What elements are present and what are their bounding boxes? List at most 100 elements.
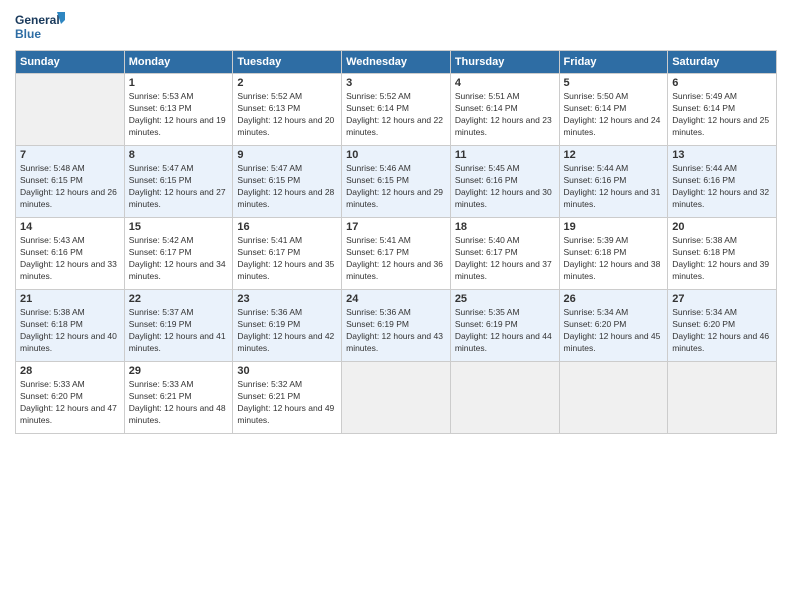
day-info: Sunrise: 5:36 AMSunset: 6:19 PMDaylight:… <box>346 307 443 353</box>
day-number: 2 <box>237 77 337 89</box>
calendar-cell: 24 Sunrise: 5:36 AMSunset: 6:19 PMDaylig… <box>342 290 451 362</box>
day-info: Sunrise: 5:40 AMSunset: 6:17 PMDaylight:… <box>455 235 552 281</box>
calendar-cell: 28 Sunrise: 5:33 AMSunset: 6:20 PMDaylig… <box>16 362 125 434</box>
calendar-table: SundayMondayTuesdayWednesdayThursdayFrid… <box>15 50 777 434</box>
day-info: Sunrise: 5:35 AMSunset: 6:19 PMDaylight:… <box>455 307 552 353</box>
day-info: Sunrise: 5:44 AMSunset: 6:16 PMDaylight:… <box>564 163 661 209</box>
day-number: 7 <box>20 149 120 161</box>
day-number: 11 <box>455 149 555 161</box>
day-info: Sunrise: 5:47 AMSunset: 6:15 PMDaylight:… <box>129 163 226 209</box>
day-number: 25 <box>455 293 555 305</box>
calendar-cell: 15 Sunrise: 5:42 AMSunset: 6:17 PMDaylig… <box>124 218 233 290</box>
calendar-cell: 16 Sunrise: 5:41 AMSunset: 6:17 PMDaylig… <box>233 218 342 290</box>
calendar-cell: 7 Sunrise: 5:48 AMSunset: 6:15 PMDayligh… <box>16 146 125 218</box>
calendar-cell: 25 Sunrise: 5:35 AMSunset: 6:19 PMDaylig… <box>450 290 559 362</box>
calendar-cell: 20 Sunrise: 5:38 AMSunset: 6:18 PMDaylig… <box>668 218 777 290</box>
day-number: 23 <box>237 293 337 305</box>
day-info: Sunrise: 5:37 AMSunset: 6:19 PMDaylight:… <box>129 307 226 353</box>
col-header-monday: Monday <box>124 51 233 74</box>
day-info: Sunrise: 5:39 AMSunset: 6:18 PMDaylight:… <box>564 235 661 281</box>
calendar-cell: 10 Sunrise: 5:46 AMSunset: 6:15 PMDaylig… <box>342 146 451 218</box>
calendar-cell: 17 Sunrise: 5:41 AMSunset: 6:17 PMDaylig… <box>342 218 451 290</box>
calendar-cell: 12 Sunrise: 5:44 AMSunset: 6:16 PMDaylig… <box>559 146 668 218</box>
day-number: 17 <box>346 221 446 233</box>
day-number: 19 <box>564 221 664 233</box>
day-number: 10 <box>346 149 446 161</box>
day-number: 12 <box>564 149 664 161</box>
calendar-cell: 19 Sunrise: 5:39 AMSunset: 6:18 PMDaylig… <box>559 218 668 290</box>
day-info: Sunrise: 5:52 AMSunset: 6:13 PMDaylight:… <box>237 91 334 137</box>
day-info: Sunrise: 5:34 AMSunset: 6:20 PMDaylight:… <box>672 307 769 353</box>
calendar-cell: 13 Sunrise: 5:44 AMSunset: 6:16 PMDaylig… <box>668 146 777 218</box>
header-row: SundayMondayTuesdayWednesdayThursdayFrid… <box>16 51 777 74</box>
day-info: Sunrise: 5:51 AMSunset: 6:14 PMDaylight:… <box>455 91 552 137</box>
day-number: 28 <box>20 365 120 377</box>
day-info: Sunrise: 5:44 AMSunset: 6:16 PMDaylight:… <box>672 163 769 209</box>
day-number: 9 <box>237 149 337 161</box>
calendar-cell: 9 Sunrise: 5:47 AMSunset: 6:15 PMDayligh… <box>233 146 342 218</box>
calendar-cell: 30 Sunrise: 5:32 AMSunset: 6:21 PMDaylig… <box>233 362 342 434</box>
col-header-tuesday: Tuesday <box>233 51 342 74</box>
calendar-cell <box>450 362 559 434</box>
week-row-2: 7 Sunrise: 5:48 AMSunset: 6:15 PMDayligh… <box>16 146 777 218</box>
svg-text:General: General <box>15 13 60 27</box>
calendar-cell: 1 Sunrise: 5:53 AMSunset: 6:13 PMDayligh… <box>124 74 233 146</box>
calendar-cell <box>342 362 451 434</box>
calendar-cell: 23 Sunrise: 5:36 AMSunset: 6:19 PMDaylig… <box>233 290 342 362</box>
calendar-cell: 26 Sunrise: 5:34 AMSunset: 6:20 PMDaylig… <box>559 290 668 362</box>
day-number: 27 <box>672 293 772 305</box>
logo: General Blue <box>15 10 65 46</box>
day-info: Sunrise: 5:32 AMSunset: 6:21 PMDaylight:… <box>237 379 334 425</box>
day-info: Sunrise: 5:49 AMSunset: 6:14 PMDaylight:… <box>672 91 769 137</box>
day-number: 14 <box>20 221 120 233</box>
week-row-1: 1 Sunrise: 5:53 AMSunset: 6:13 PMDayligh… <box>16 74 777 146</box>
calendar-cell: 18 Sunrise: 5:40 AMSunset: 6:17 PMDaylig… <box>450 218 559 290</box>
calendar-cell: 29 Sunrise: 5:33 AMSunset: 6:21 PMDaylig… <box>124 362 233 434</box>
calendar-cell: 6 Sunrise: 5:49 AMSunset: 6:14 PMDayligh… <box>668 74 777 146</box>
day-info: Sunrise: 5:53 AMSunset: 6:13 PMDaylight:… <box>129 91 226 137</box>
day-number: 29 <box>129 365 229 377</box>
col-header-wednesday: Wednesday <box>342 51 451 74</box>
day-info: Sunrise: 5:52 AMSunset: 6:14 PMDaylight:… <box>346 91 443 137</box>
calendar-cell: 27 Sunrise: 5:34 AMSunset: 6:20 PMDaylig… <box>668 290 777 362</box>
calendar-cell: 5 Sunrise: 5:50 AMSunset: 6:14 PMDayligh… <box>559 74 668 146</box>
header: General Blue <box>15 10 777 46</box>
day-info: Sunrise: 5:33 AMSunset: 6:21 PMDaylight:… <box>129 379 226 425</box>
calendar-cell <box>16 74 125 146</box>
calendar-cell: 8 Sunrise: 5:47 AMSunset: 6:15 PMDayligh… <box>124 146 233 218</box>
col-header-thursday: Thursday <box>450 51 559 74</box>
day-number: 20 <box>672 221 772 233</box>
day-number: 8 <box>129 149 229 161</box>
calendar-cell <box>559 362 668 434</box>
day-info: Sunrise: 5:43 AMSunset: 6:16 PMDaylight:… <box>20 235 117 281</box>
page-container: General Blue SundayMondayTuesdayWednesda… <box>0 0 792 444</box>
calendar-cell: 4 Sunrise: 5:51 AMSunset: 6:14 PMDayligh… <box>450 74 559 146</box>
day-info: Sunrise: 5:41 AMSunset: 6:17 PMDaylight:… <box>237 235 334 281</box>
day-number: 22 <box>129 293 229 305</box>
day-info: Sunrise: 5:42 AMSunset: 6:17 PMDaylight:… <box>129 235 226 281</box>
day-number: 1 <box>129 77 229 89</box>
day-number: 30 <box>237 365 337 377</box>
day-number: 24 <box>346 293 446 305</box>
day-number: 16 <box>237 221 337 233</box>
day-number: 18 <box>455 221 555 233</box>
day-number: 26 <box>564 293 664 305</box>
day-info: Sunrise: 5:38 AMSunset: 6:18 PMDaylight:… <box>672 235 769 281</box>
week-row-4: 21 Sunrise: 5:38 AMSunset: 6:18 PMDaylig… <box>16 290 777 362</box>
logo-svg: General Blue <box>15 10 65 46</box>
calendar-cell: 2 Sunrise: 5:52 AMSunset: 6:13 PMDayligh… <box>233 74 342 146</box>
day-number: 6 <box>672 77 772 89</box>
day-number: 4 <box>455 77 555 89</box>
day-info: Sunrise: 5:36 AMSunset: 6:19 PMDaylight:… <box>237 307 334 353</box>
col-header-sunday: Sunday <box>16 51 125 74</box>
calendar-cell: 14 Sunrise: 5:43 AMSunset: 6:16 PMDaylig… <box>16 218 125 290</box>
day-number: 3 <box>346 77 446 89</box>
calendar-cell: 22 Sunrise: 5:37 AMSunset: 6:19 PMDaylig… <box>124 290 233 362</box>
day-info: Sunrise: 5:46 AMSunset: 6:15 PMDaylight:… <box>346 163 443 209</box>
day-info: Sunrise: 5:48 AMSunset: 6:15 PMDaylight:… <box>20 163 117 209</box>
day-number: 13 <box>672 149 772 161</box>
svg-text:Blue: Blue <box>15 27 41 41</box>
calendar-cell: 11 Sunrise: 5:45 AMSunset: 6:16 PMDaylig… <box>450 146 559 218</box>
day-info: Sunrise: 5:38 AMSunset: 6:18 PMDaylight:… <box>20 307 117 353</box>
day-info: Sunrise: 5:45 AMSunset: 6:16 PMDaylight:… <box>455 163 552 209</box>
